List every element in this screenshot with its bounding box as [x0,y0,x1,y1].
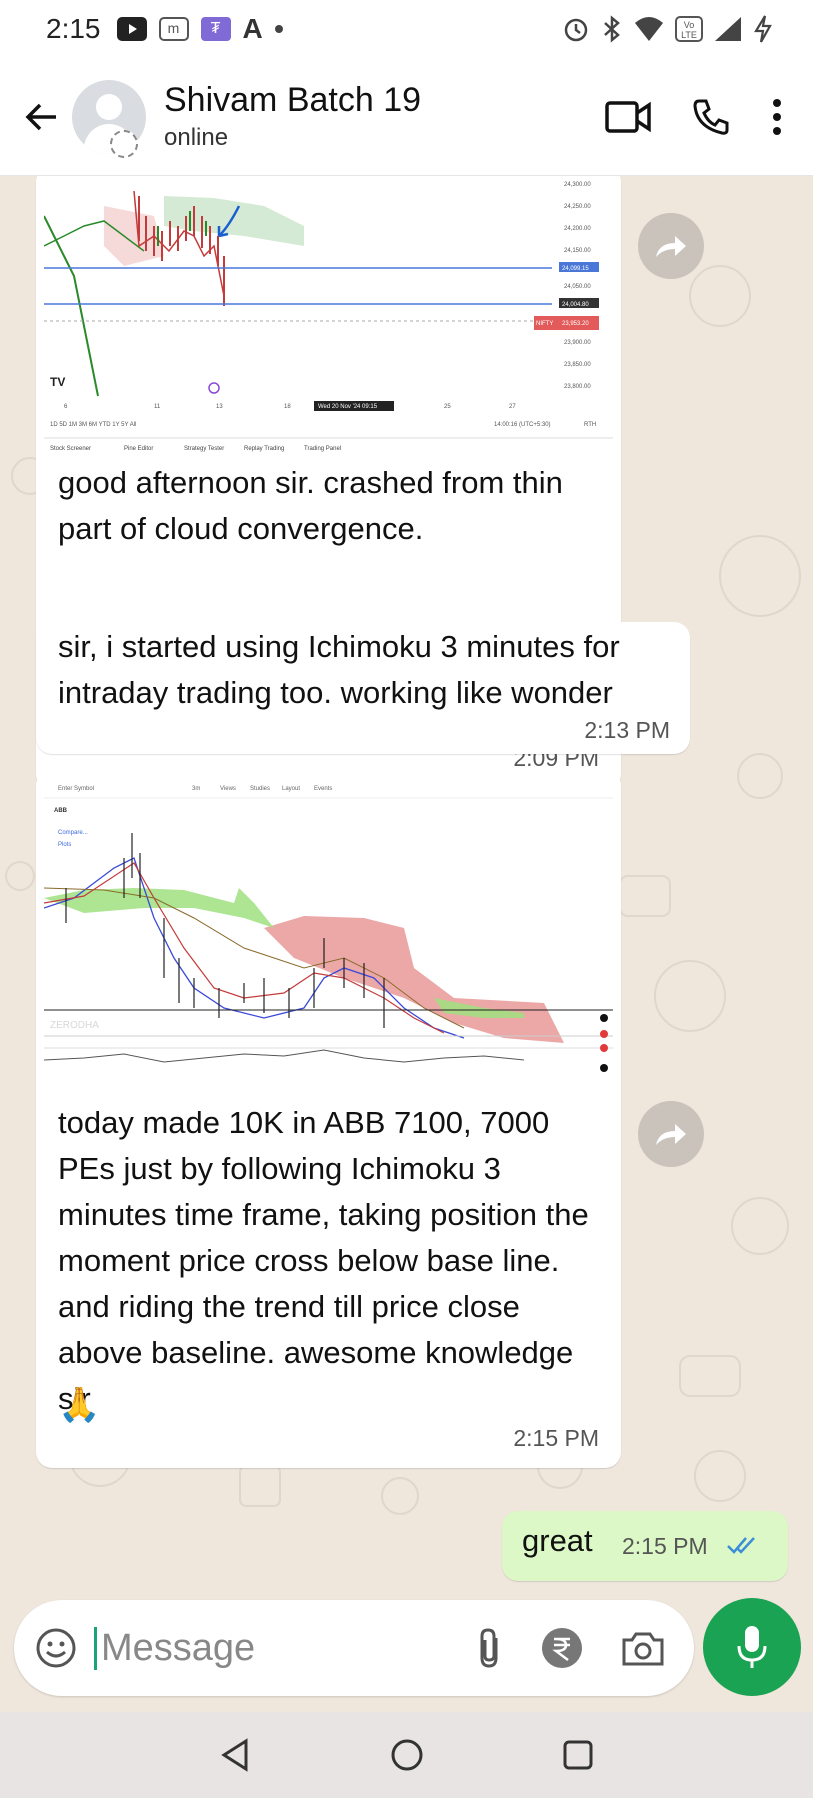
chart-compare: Compare... [58,830,88,836]
chart-screenshot-1[interactable]: 24,300.00 24,250.00 24,200.00 24,150.00 … [44,176,613,458]
a-app-icon: A [242,13,263,44]
chart-toolbar-item: Studies [250,786,270,792]
wifi-icon [635,17,663,41]
outgoing-message-bubble[interactable]: great 2:15 PM [502,1511,788,1581]
bluetooth-icon [604,15,620,43]
chart-symbol: ABB [54,808,68,814]
chart-rth: RTH [584,422,596,428]
m-app-icon: m [158,17,189,41]
chart-watermark: ZERODHA [50,1020,99,1031]
nav-back-icon[interactable] [218,1737,254,1773]
more-options-icon[interactable] [771,97,783,137]
more-notifications-dot [274,25,283,33]
message-time: 2:15 PM [513,1425,599,1451]
status-bar: 2:15 m ₮ A Vo LTE [0,0,813,58]
range-buttons: 1D 5D 1M 3M 6M YTD 1Y 5Y All [50,422,136,428]
message-time: 2:15 PM [622,1533,708,1559]
attach-icon[interactable] [474,1626,504,1670]
tv-tab: Replay Trading [244,446,284,452]
message-bubble-2[interactable]: sir, i started using Ichimoku 3 minutes … [36,622,690,754]
x-tick: 27 [509,404,516,410]
forward-button[interactable] [638,213,704,279]
chat-header: Shivam Batch 19 online [0,58,813,176]
chart-toolbar-item: Views [220,786,236,792]
read-receipt-icon [727,1537,755,1554]
price-label: 24,050.00 [564,284,591,290]
emoji-icon[interactable] [34,1626,78,1670]
tv-tab: Trading Panel [304,446,341,452]
message-text: great [522,1523,593,1558]
chat-title-block[interactable]: Shivam Batch 19 online [164,81,421,152]
video-call-icon[interactable] [605,100,651,134]
chart-screenshot-2[interactable]: Enter Symbol 3m Views Studies Layout Eve… [44,778,613,1096]
abb-chart: Enter Symbol 3m Views Studies Layout Eve… [44,778,613,1096]
price-label: 23,800.00 [564,384,591,390]
volte-icon: Vo LTE [675,16,703,42]
chart-toolbar-item: Events [314,786,332,792]
price-label: 23,900.00 [564,340,591,346]
rupee-payment-icon[interactable] [540,1626,584,1670]
tv-logo: TV [50,375,65,389]
nifty-tag: NIFTY [536,321,553,327]
x-tick: 11 [154,404,161,410]
status-time: 2:15 [46,13,101,44]
x-tick: Wed 20 Nov '24 09:15 [318,404,378,410]
message-input[interactable] [94,1626,414,1670]
price-label: 24,200.00 [564,226,591,232]
camera-icon[interactable] [620,1628,666,1668]
message-bubble-3[interactable]: Enter Symbol 3m Views Studies Layout Eve… [36,770,621,1468]
x-tick: 13 [216,404,223,410]
price-label: 24,300.00 [564,182,591,188]
message-time: 2:13 PM [584,717,670,743]
tv-tab: Strategy Tester [184,446,224,452]
forward-icon [656,236,686,257]
price-label: 23,953.20 [562,321,589,327]
trading-app-icon: ₮ [200,17,231,41]
price-label: 23,850.00 [564,362,591,368]
nav-home-icon[interactable] [389,1737,425,1773]
chart-toolbar-item: Layout [282,786,300,792]
price-label: 24,250.00 [564,204,591,210]
back-button[interactable] [12,87,72,147]
youtube-icon [116,17,147,41]
chat-area[interactable]: 24,300.00 24,250.00 24,200.00 24,150.00 … [0,176,813,1592]
system-icons: Vo LTE [561,14,773,44]
x-tick: 18 [284,404,291,410]
signal-icon [715,17,741,41]
message-text: sir, i started using Ichimoku 3 minutes … [58,629,620,710]
price-label: 24,150.00 [564,248,591,254]
chat-title: Shivam Batch 19 [164,81,422,119]
message-composer [14,1600,694,1696]
header-actions [605,97,783,137]
price-label: 24,099.15 [562,266,589,272]
message-text: today made 10K in ABB 7100, 7000 PEs jus… [58,1105,589,1416]
nifty-chart: 24,300.00 24,250.00 24,200.00 24,150.00 … [44,176,613,458]
praying-hands-emoji: 🙏 [58,1386,101,1424]
charging-icon [754,15,772,43]
nav-recents-icon[interactable] [560,1737,596,1773]
chart-search: Enter Symbol [58,786,94,792]
chat-presence: online [164,124,229,151]
x-tick: 25 [444,404,451,410]
back-arrow-icon [25,103,56,130]
system-navigation-bar [0,1712,813,1798]
price-label: 24,004.80 [562,302,589,308]
alarm-icon [564,18,588,42]
chart-clock: 14:00:16 (UTC+5:30) [494,422,551,428]
notification-icons: m ₮ A [116,13,283,45]
forward-button[interactable] [638,1101,704,1167]
voice-call-icon[interactable] [691,97,731,137]
message-text: good afternoon sir. crashed from thin pa… [58,465,563,546]
composer-actions [474,1626,666,1670]
voice-message-button[interactable] [703,1598,801,1696]
forward-icon [656,1124,686,1145]
tv-tab: Stock Screener [50,446,91,452]
chart-plots: Plots [58,842,71,848]
microphone-icon [737,1626,767,1668]
chart-toolbar-item: 3m [192,786,200,792]
tv-tab: Pine Editor [124,446,153,452]
disappearing-timer-icon [110,130,138,158]
